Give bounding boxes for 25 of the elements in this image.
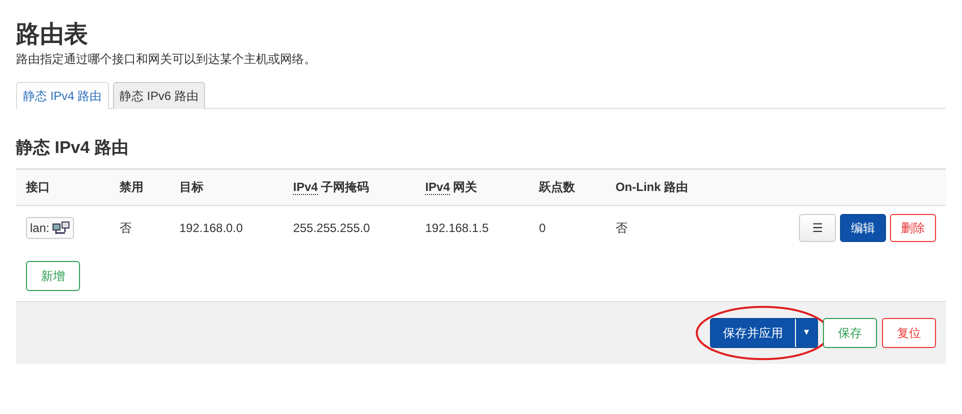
column-header: 接口: [16, 168, 110, 206]
table-cell: 0: [529, 206, 606, 250]
section-title: 静态 IPv4 路由: [16, 137, 130, 159]
save-apply-button[interactable]: 保存并应用 ▾: [710, 318, 818, 348]
column-header: IPv4 网关: [415, 168, 530, 206]
delete-button[interactable]: 删除: [890, 214, 936, 242]
column-header: 禁用: [109, 168, 170, 206]
table-cell: 255.255.255.0: [283, 206, 416, 250]
tab[interactable]: 静态 IPv6 路由: [112, 82, 206, 109]
table-cell: 否: [605, 206, 732, 250]
menu-button[interactable]: ☰: [799, 214, 836, 242]
column-header: IPv4 子网掩码: [283, 168, 416, 206]
table-cell: 192.168.0.0: [169, 206, 284, 250]
page-title: 路由表: [16, 20, 89, 50]
table-cell: 192.168.1.5: [415, 206, 530, 250]
column-header: 跃点数: [529, 168, 606, 206]
column-header: 目标: [169, 168, 284, 206]
reset-button[interactable]: 复位: [882, 318, 936, 348]
interface-badge: lan:: [26, 217, 74, 240]
table-cell: 否: [109, 206, 170, 250]
column-header: On-Link 路由: [605, 168, 732, 206]
edit-button[interactable]: 编辑: [840, 214, 886, 242]
network-icon: [52, 221, 70, 236]
tab[interactable]: 静态 IPv4 路由: [16, 82, 109, 109]
page-description: 路由指定通过哪个接口和网关可以到达某个主机或网络。: [16, 51, 317, 68]
